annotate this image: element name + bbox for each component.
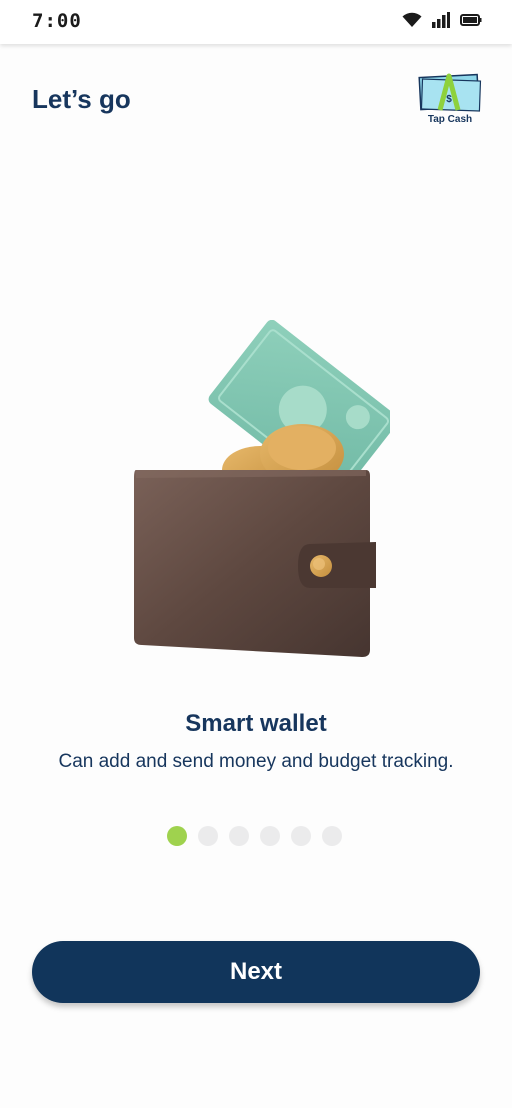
wallet-illustration <box>134 320 390 657</box>
signal-icon <box>432 12 450 28</box>
tap-cash-logo: $ Tap Cash <box>416 72 484 128</box>
page-dot-2[interactable] <box>198 826 218 846</box>
onboarding-screen: 7:00 Let’s go $ Tap Cash Smart wallet Ca… <box>0 0 512 1108</box>
page-dot-6[interactable] <box>322 826 342 846</box>
page-dot-4[interactable] <box>260 826 280 846</box>
logo-text: Tap Cash <box>427 114 473 125</box>
page-dot-1[interactable] <box>167 826 187 846</box>
next-button[interactable]: Next <box>32 941 480 1003</box>
slide-title: Smart wallet <box>185 710 327 737</box>
page-indicator <box>167 826 342 846</box>
battery-icon <box>460 14 482 26</box>
page-title: Let’s go <box>32 84 131 114</box>
logo-icon: $ <box>418 73 482 112</box>
slide-subtitle: Can add and send money and budget tracki… <box>58 751 454 772</box>
page-dot-3[interactable] <box>229 826 249 846</box>
svg-text:$: $ <box>446 94 452 105</box>
status-time: 7:00 <box>32 10 82 32</box>
status-bar: 7:00 <box>0 0 512 44</box>
status-icons <box>402 12 482 28</box>
wifi-icon <box>402 12 422 27</box>
page-dot-5[interactable] <box>291 826 311 846</box>
